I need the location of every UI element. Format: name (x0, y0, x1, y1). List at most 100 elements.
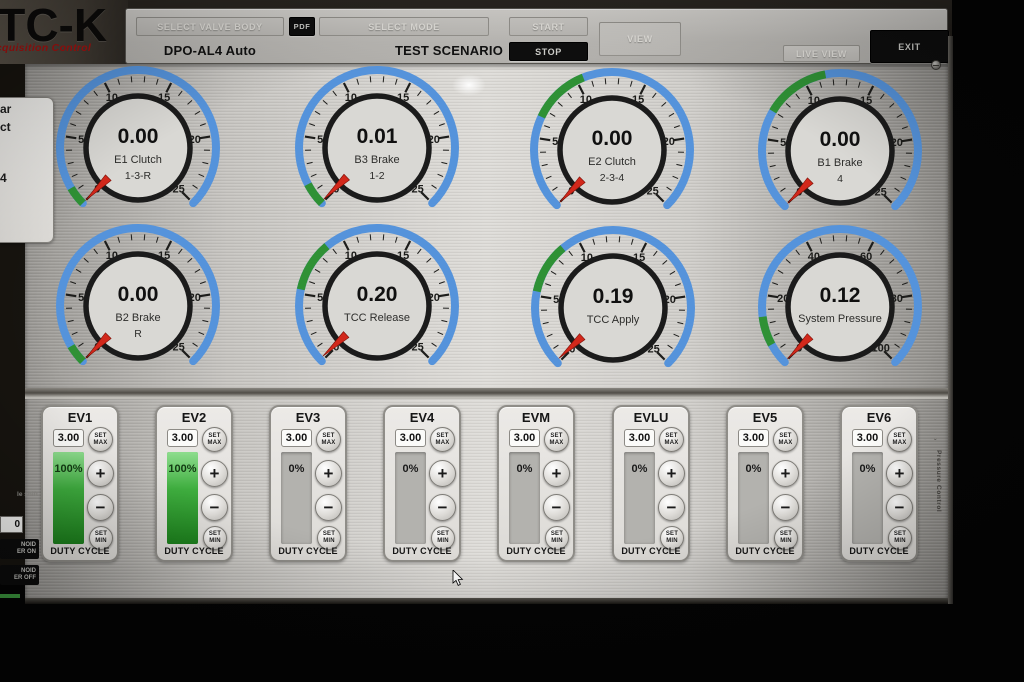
set-max-button[interactable]: SETMAX (202, 427, 227, 452)
ev-channel-title: EV5 (728, 410, 802, 425)
pressure-control-label: Pressure Control (935, 450, 942, 512)
set-max-button[interactable]: SETMAX (887, 427, 912, 452)
ev-value-field[interactable]: 3.00 (281, 429, 312, 447)
set-max-button[interactable]: SETMAX (659, 427, 684, 452)
ev-panel-strip: EV13.00SETMAX100%+−SETMINDUTY CYCLEEV23.… (0, 0, 952, 568)
set-min-label: MIN (780, 538, 792, 545)
minus-icon: − (895, 499, 905, 516)
ev-value-field[interactable]: 3.00 (53, 429, 84, 447)
set-max-label: SET (779, 433, 791, 440)
increment-button[interactable]: + (429, 460, 456, 487)
set-min-label: MIN (666, 538, 678, 545)
minus-icon: − (438, 499, 448, 516)
pressure-control-tab[interactable]: ˇ Pressure Control (931, 438, 947, 538)
ev-value-field[interactable]: 3.00 (509, 429, 540, 447)
minus-icon: − (552, 499, 562, 516)
set-min-label: MIN (209, 538, 221, 545)
duty-cycle-value: 0% (738, 463, 769, 475)
set-min-label: MIN (894, 538, 906, 545)
ev-value-field[interactable]: 3.00 (852, 429, 883, 447)
ev-panel-ev2: EV23.00SETMAX100%+−SETMINDUTY CYCLE (155, 405, 233, 562)
increment-button[interactable]: + (772, 460, 799, 487)
set-max-label: SET (436, 433, 448, 440)
decrement-button[interactable]: − (87, 494, 114, 521)
shift-value-field[interactable]: 0 (0, 516, 23, 533)
decrement-button[interactable]: − (772, 494, 799, 521)
set-min-label: MIN (323, 538, 335, 545)
solenoid-power-off-button[interactable]: NOID ER OFF (0, 565, 39, 585)
duty-cycle-bar: 0% (395, 452, 426, 544)
ev-channel-title: EV3 (271, 410, 345, 425)
duty-cycle-value: 100% (53, 463, 84, 475)
duty-cycle-value: 0% (509, 463, 540, 475)
increment-button[interactable]: + (87, 460, 114, 487)
left-cutoff-controls: le shift 0 NOID ER ON NOID ER OFF (0, 481, 44, 604)
decrement-button[interactable]: − (315, 494, 342, 521)
ev-panel-evm: EVM3.00SETMAX0%+−SETMINDUTY CYCLE (497, 405, 575, 562)
decrement-button[interactable]: − (658, 494, 685, 521)
set-max-label: MAX (893, 440, 907, 447)
set-max-label: MAX (94, 440, 108, 447)
duty-cycle-value: 100% (167, 463, 198, 475)
app-screen: HTC-K Acquisition Control SELECT VALVE B… (0, 0, 952, 568)
chevron-down-icon: ˇ (934, 438, 937, 447)
set-max-label: SET (665, 433, 677, 440)
ev-panel-ev4: EV43.00SETMAX0%+−SETMINDUTY CYCLE (383, 405, 461, 562)
set-min-label: SET (780, 531, 792, 538)
duty-cycle-label: DUTY CYCLE (157, 546, 231, 556)
ev-value-field[interactable]: 3.00 (167, 429, 198, 447)
decrement-button[interactable]: − (201, 494, 228, 521)
set-max-button[interactable]: SETMAX (430, 427, 455, 452)
set-max-label: SET (550, 433, 562, 440)
increment-button[interactable]: + (201, 460, 228, 487)
set-max-label: SET (208, 433, 220, 440)
decrement-button[interactable]: − (543, 494, 570, 521)
duty-cycle-bar: 0% (852, 452, 883, 544)
set-max-button[interactable]: SETMAX (88, 427, 113, 452)
ev-value-field[interactable]: 3.00 (395, 429, 426, 447)
duty-cycle-value: 0% (395, 463, 426, 475)
minus-icon: − (667, 499, 677, 516)
increment-button[interactable]: + (543, 460, 570, 487)
ev-value-field[interactable]: 3.00 (624, 429, 655, 447)
left-panel-line: 4 (0, 171, 7, 185)
photo-stage: HTC-K Acquisition Control SELECT VALVE B… (0, 0, 1024, 682)
set-min-label: SET (894, 531, 906, 538)
left-panel-line: ar (0, 102, 11, 116)
set-max-button[interactable]: SETMAX (316, 427, 341, 452)
ev-channel-title: EV6 (842, 410, 916, 425)
decrement-button[interactable]: − (429, 494, 456, 521)
duty-cycle-bar: 0% (624, 452, 655, 544)
set-min-label: SET (551, 531, 563, 538)
plus-icon: + (895, 465, 905, 482)
set-max-button[interactable]: SETMAX (773, 427, 798, 452)
duty-cycle-bar: 0% (738, 452, 769, 544)
minus-icon: − (210, 499, 220, 516)
set-max-label: MAX (665, 440, 679, 447)
increment-button[interactable]: + (886, 460, 913, 487)
set-max-label: MAX (779, 440, 793, 447)
set-max-button[interactable]: SETMAX (544, 427, 569, 452)
ev-channel-title: EV4 (385, 410, 459, 425)
ev-channel-title: EVM (499, 410, 573, 425)
duty-cycle-label: DUTY CYCLE (271, 546, 345, 556)
set-min-label: MIN (437, 538, 449, 545)
duty-cycle-label: DUTY CYCLE (842, 546, 916, 556)
solenoid-power-on-button[interactable]: NOID ER ON (0, 539, 39, 559)
set-min-label: SET (666, 531, 678, 538)
duty-cycle-label: DUTY CYCLE (43, 546, 117, 556)
duty-cycle-value: 0% (852, 463, 883, 475)
decrement-button[interactable]: − (886, 494, 913, 521)
minus-icon: − (781, 499, 791, 516)
minus-icon: − (324, 499, 334, 516)
set-min-label: SET (437, 531, 449, 538)
duty-cycle-bar: 100% (167, 452, 198, 544)
increment-button[interactable]: + (315, 460, 342, 487)
set-max-label: MAX (436, 440, 450, 447)
ev-value-field[interactable]: 3.00 (738, 429, 769, 447)
increment-button[interactable]: + (658, 460, 685, 487)
set-min-label: SET (323, 531, 335, 538)
shift-caption: le shift (0, 491, 38, 498)
plus-icon: + (324, 465, 334, 482)
set-min-label: MIN (551, 538, 563, 545)
